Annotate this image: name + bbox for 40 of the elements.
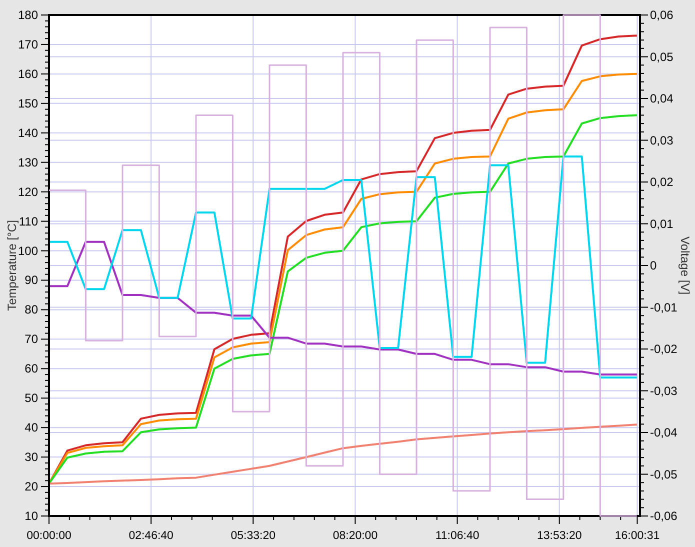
y-tick-label: 90 xyxy=(24,273,38,288)
y-tick-label: 50 xyxy=(24,391,38,406)
y-tick-label: -0,02 xyxy=(650,342,678,356)
y-tick-label: 0 xyxy=(650,258,657,272)
y-tick-label: 80 xyxy=(24,302,38,317)
x-tick-label: 13:53:20 xyxy=(536,530,582,542)
y-tick-label: 170 xyxy=(18,37,38,52)
y-tick-label: 120 xyxy=(18,184,38,199)
y-tick-label: 100 xyxy=(18,244,38,258)
y-tick-label: 160 xyxy=(18,66,38,81)
axis-title: Temperature [°C] xyxy=(5,220,19,311)
y-tick-label: 180 xyxy=(18,8,38,22)
y-tick-label: -0,03 xyxy=(650,384,678,398)
axis-title: Voltage [V] xyxy=(678,236,692,295)
y-tick-label: 60 xyxy=(24,362,38,376)
x-tick-label: 00:00:00 xyxy=(26,530,72,542)
y-tick-label: 0,02 xyxy=(650,175,674,189)
y-tick-label: 0,05 xyxy=(650,50,674,64)
x-tick-label: 08:20:00 xyxy=(332,530,378,542)
y-tick-label: 110 xyxy=(18,214,38,228)
y-tick-label: 150 xyxy=(18,96,38,110)
y-tick-label: 140 xyxy=(18,126,38,140)
y-tick-label: 20 xyxy=(24,480,38,494)
y-tick-label: 130 xyxy=(18,155,38,170)
y-tick-label: -0,04 xyxy=(650,426,678,440)
x-tick-label: 11:06:40 xyxy=(435,530,480,542)
y-tick-label: -0,05 xyxy=(650,467,678,482)
y-tick-label: 70 xyxy=(24,332,38,346)
y-tick-label: 40 xyxy=(24,420,38,435)
y-tick-label: 0,01 xyxy=(650,216,674,231)
x-tick-label: 16:00:31 xyxy=(614,530,660,542)
x-tick-label: 05:33:20 xyxy=(230,530,276,542)
y-tick-label: 0,04 xyxy=(650,92,674,106)
x-tick-label: 02:46:40 xyxy=(128,530,174,542)
y-tick-label: 10 xyxy=(24,509,38,523)
y-tick-label: 0,03 xyxy=(650,133,674,148)
y-tick-label: -0,01 xyxy=(650,300,678,314)
y-tick-label: 30 xyxy=(24,450,38,464)
y-tick-label: -0,06 xyxy=(650,509,678,523)
y-tick-label: 0,06 xyxy=(650,8,674,22)
